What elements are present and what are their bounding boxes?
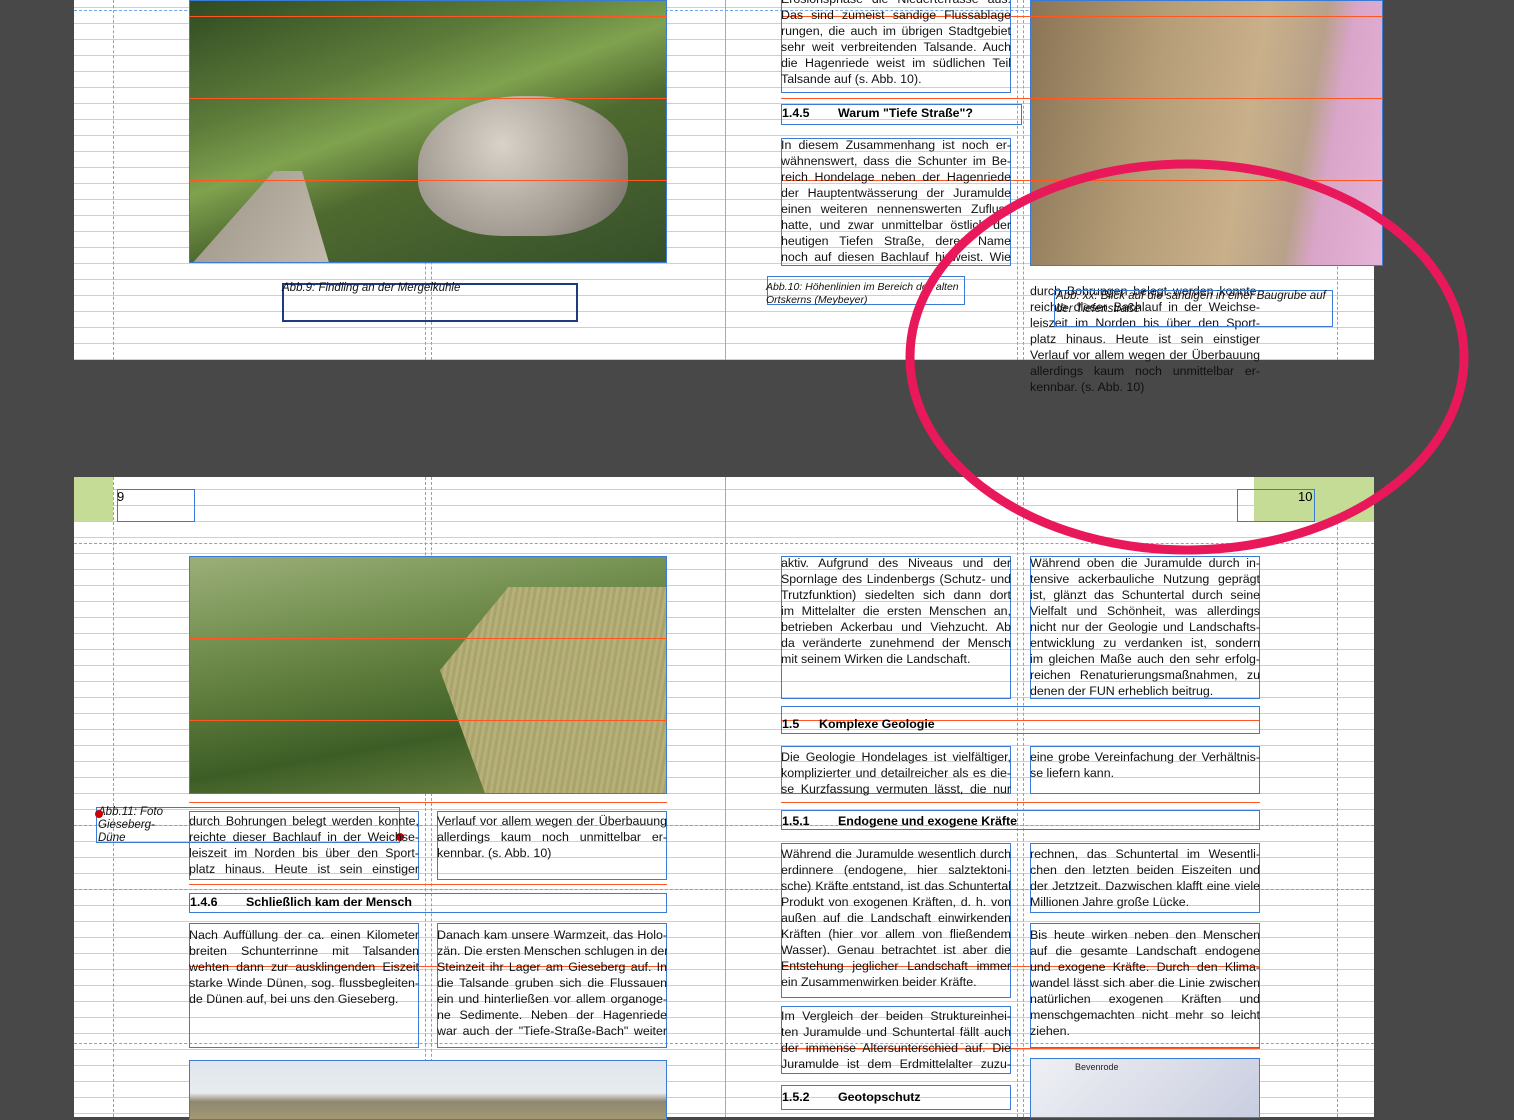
annotation-layer [905, 159, 1469, 555]
highlight-ellipse [905, 159, 1469, 555]
